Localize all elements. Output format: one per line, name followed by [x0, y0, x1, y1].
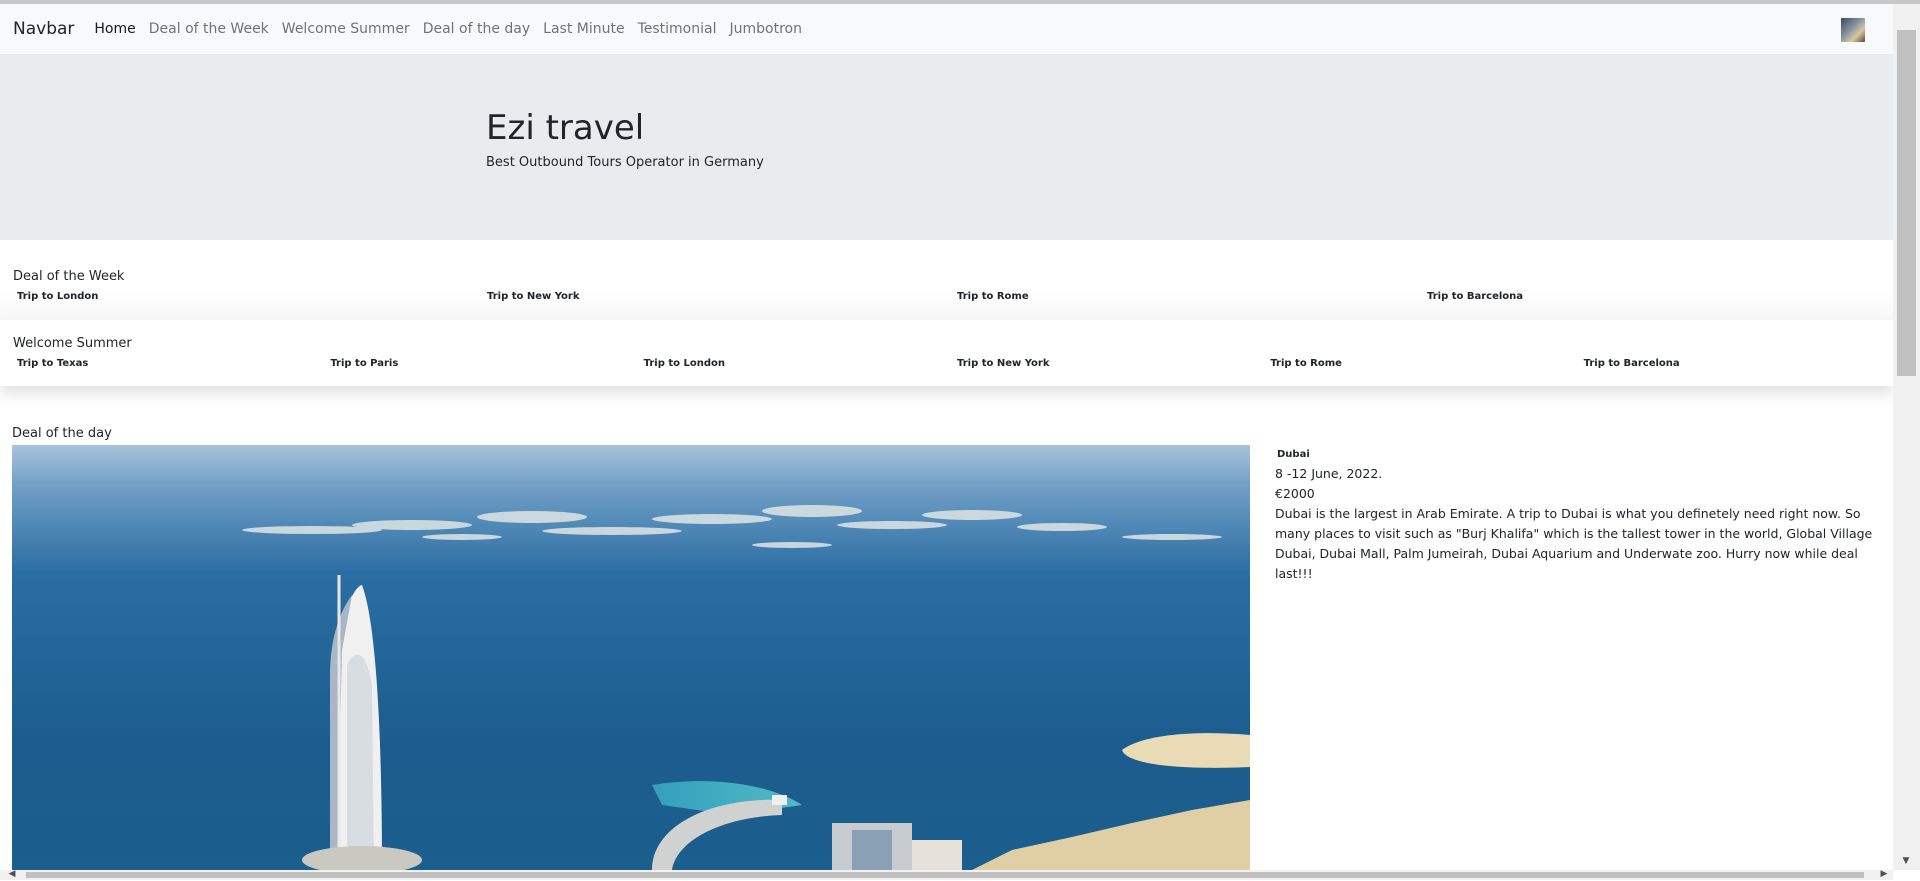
avatar[interactable]	[1841, 18, 1865, 42]
deal-description: Dubai is the largest in Arab Emirate. A …	[1275, 506, 1873, 581]
horizontal-scrollbar-thumb[interactable]	[26, 872, 1864, 878]
nav-link-deal-of-the-week[interactable]: Deal of the Week	[149, 4, 269, 54]
dubai-photo	[12, 445, 1250, 870]
navbar-brand[interactable]: Navbar	[13, 4, 74, 54]
scroll-right-arrow-icon[interactable]: ▶	[1876, 869, 1892, 881]
trip-card[interactable]: Trip to New York	[952, 358, 1265, 369]
trip-card[interactable]: Trip to London	[12, 291, 482, 302]
welcome-summer-trips: Trip to Texas Trip to Paris Trip to Lond…	[12, 358, 1892, 369]
nav-link-deal-of-the-day[interactable]: Deal of the day	[423, 4, 530, 54]
page: Navbar Home Deal of the Week Welcome Sum…	[0, 4, 1893, 870]
nav-link-home[interactable]: Home	[94, 4, 135, 54]
trip-card[interactable]: Trip to Barcelona	[1422, 291, 1892, 302]
deal-price: €2000	[1275, 486, 1315, 501]
deal-of-the-day-details: Dubai 8 -12 June, 2022. €2000 Dubai is t…	[1275, 449, 1875, 584]
jumbotron-title: Ezi travel	[486, 108, 645, 148]
deal-of-the-week-section: Deal of the Week Trip to London Trip to …	[0, 240, 1893, 320]
destination-label: Dubai	[1277, 449, 1310, 460]
vertical-scrollbar-thumb[interactable]	[1897, 30, 1916, 376]
scroll-left-arrow-icon[interactable]: ◀	[4, 869, 20, 881]
trip-card[interactable]: Trip to Paris	[325, 358, 638, 369]
jumbotron: Ezi travel Best Outbound Tours Operator …	[0, 54, 1893, 240]
nav-link-welcome-summer[interactable]: Welcome Summer	[282, 4, 410, 54]
deal-dates: 8 -12 June, 2022.	[1275, 466, 1383, 481]
scroll-down-arrow-icon[interactable]: ▼	[1898, 856, 1914, 868]
deal-of-the-week-title: Deal of the Week	[13, 269, 125, 284]
trip-card[interactable]: Trip to Rome	[952, 291, 1422, 302]
trip-card[interactable]: Trip to Barcelona	[1579, 358, 1892, 369]
navbar: Navbar Home Deal of the Week Welcome Sum…	[0, 4, 1893, 54]
trip-card[interactable]: Trip to London	[639, 358, 952, 369]
nav-link-last-minute[interactable]: Last Minute	[543, 4, 624, 54]
trip-card[interactable]: Trip to Rome	[1265, 358, 1578, 369]
nav-link-jumbotron[interactable]: Jumbotron	[729, 4, 801, 54]
welcome-summer-section: Welcome Summer Trip to Texas Trip to Par…	[0, 320, 1893, 386]
trip-card[interactable]: Trip to Texas	[12, 358, 325, 369]
deal-of-the-day-title: Deal of the day	[12, 426, 112, 441]
deal-of-the-week-trips: Trip to London Trip to New York Trip to …	[12, 291, 1892, 302]
nav-link-testimonial[interactable]: Testimonial	[638, 4, 717, 54]
trip-card[interactable]: Trip to New York	[482, 291, 952, 302]
welcome-summer-title: Welcome Summer	[13, 336, 132, 351]
jumbotron-subtitle: Best Outbound Tours Operator in Germany	[486, 155, 764, 170]
